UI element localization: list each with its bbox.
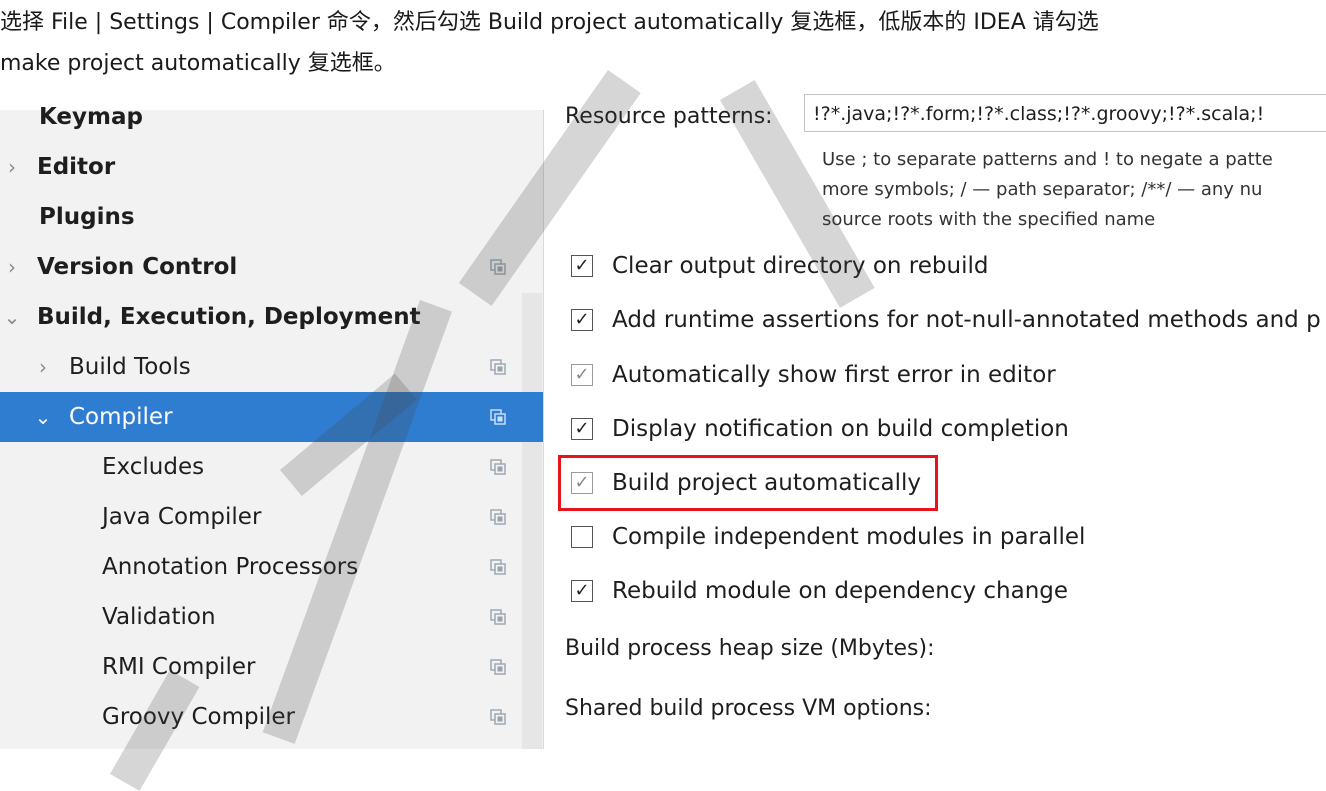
checkbox-option[interactable]: Compile independent modules in parallel <box>571 517 1085 557</box>
checkbox-option[interactable]: ✓ Rebuild module on dependency change <box>571 571 1068 611</box>
resource-patterns-hint-1: Use ; to separate patterns and ! to nega… <box>822 149 1273 170</box>
chevron-right-icon[interactable]: › <box>33 355 53 379</box>
checkbox-checked-icon[interactable]: ✓ <box>571 418 593 440</box>
resource-patterns-hint-3: source roots with the specified name <box>822 209 1156 230</box>
vm-options-label: Shared build process VM options: <box>565 696 932 721</box>
project-level-icon <box>490 459 506 475</box>
sidebar-item-label: Compiler <box>69 404 173 430</box>
settings-tree: Keymap › Editor Plugins › Version Control ⌄ Bui… <box>0 104 544 749</box>
sidebar-item-label: Keymap <box>39 104 143 130</box>
checkbox-checked-icon[interactable]: ✓ <box>571 472 593 494</box>
sidebar-item[interactable]: Plugins <box>0 192 543 242</box>
chevron-right-icon[interactable]: › <box>2 255 22 279</box>
checkbox-checked-icon[interactable]: ✓ <box>571 309 593 331</box>
checkbox-checked-icon[interactable]: ✓ <box>571 364 593 386</box>
project-level-icon <box>490 559 506 575</box>
project-level-icon <box>490 409 506 425</box>
sidebar-item[interactable]: ⌄ Build, Execution, Deployment <box>0 292 543 342</box>
heap-size-label: Build process heap size (Mbytes): <box>565 636 935 661</box>
checkbox-label: Add runtime assertions for not-null-anno… <box>612 307 1321 333</box>
sidebar-item-label: Excludes <box>102 454 205 480</box>
sidebar-item-label: Plugins <box>39 204 135 230</box>
resource-patterns-input[interactable]: !?*.java;!?*.form;!?*.class;!?*.groovy;!… <box>804 94 1326 132</box>
sidebar-item[interactable]: › Build Tools <box>0 342 543 392</box>
checkbox-label: Compile independent modules in parallel <box>612 524 1086 550</box>
sidebar-item-label: Build Tools <box>69 354 191 380</box>
compiler-settings-panel: Resource patterns: !?*.java;!?*.form;!?*… <box>544 94 1326 749</box>
sidebar-item[interactable]: Java Compiler <box>0 492 543 542</box>
chevron-right-icon[interactable]: › <box>2 155 22 179</box>
checkbox-option[interactable]: ✓ Automatically show first error in edito… <box>571 355 1056 395</box>
chevron-down-icon[interactable]: ⌄ <box>2 305 22 329</box>
checkbox-option[interactable]: ✓ Display notification on build completio… <box>571 409 1069 449</box>
sidebar-item[interactable]: Validation <box>0 592 543 642</box>
sidebar-item-label: Editor <box>37 154 116 180</box>
project-level-icon <box>490 359 506 375</box>
sidebar-item[interactable]: Annotation Processors <box>0 542 543 592</box>
checkbox-option[interactable]: ✓ Build project automatically <box>571 463 921 503</box>
sidebar-item[interactable]: › Editor <box>0 142 543 192</box>
sidebar-item[interactable]: Excludes <box>0 442 543 492</box>
checkbox-checked-icon[interactable]: ✓ <box>571 255 593 277</box>
checkbox-option[interactable]: ✓ Add runtime assertions for not-null-ann… <box>571 300 1321 340</box>
settings-dialog-screenshot: Keymap › Editor Plugins › Version Control ⌄ Bui… <box>0 70 1326 791</box>
sidebar-item[interactable]: Keymap <box>0 92 543 142</box>
caption-line-2: make project automatically 复选框。 <box>0 51 396 76</box>
project-level-icon <box>490 509 506 525</box>
project-level-icon <box>490 659 506 675</box>
checkbox-label: Automatically show first error in editor <box>612 362 1056 388</box>
sidebar-item-label: Version Control <box>37 254 238 280</box>
sidebar-item-label: Java Compiler <box>102 504 262 530</box>
sidebar-item[interactable]: RMI Compiler <box>0 642 543 692</box>
project-level-icon <box>490 709 506 725</box>
checkbox-checked-icon[interactable]: ✓ <box>571 580 593 602</box>
checkbox-option[interactable]: ✓ Clear output directory on rebuild <box>571 246 988 286</box>
chevron-down-icon[interactable]: ⌄ <box>33 405 53 429</box>
sidebar-item[interactable]: ⌄ Compiler <box>0 392 543 442</box>
checkbox-label: Build project automatically <box>612 470 921 496</box>
resource-patterns-hint-2: more symbols; / — path separator; /**/ —… <box>822 179 1263 200</box>
checkbox-label: Display notification on build completion <box>612 416 1069 442</box>
checkbox-label: Rebuild module on dependency change <box>612 578 1069 604</box>
project-level-icon <box>490 609 506 625</box>
sidebar-item-label: Build, Execution, Deployment <box>37 304 421 330</box>
caption-line-1: 选择 File | Settings | Compiler 命令，然后勾选 Bu… <box>0 10 1099 35</box>
sidebar-item-label: Validation <box>102 604 216 630</box>
checkbox-unchecked-icon[interactable] <box>571 526 593 548</box>
checkbox-label: Clear output directory on rebuild <box>612 253 989 279</box>
